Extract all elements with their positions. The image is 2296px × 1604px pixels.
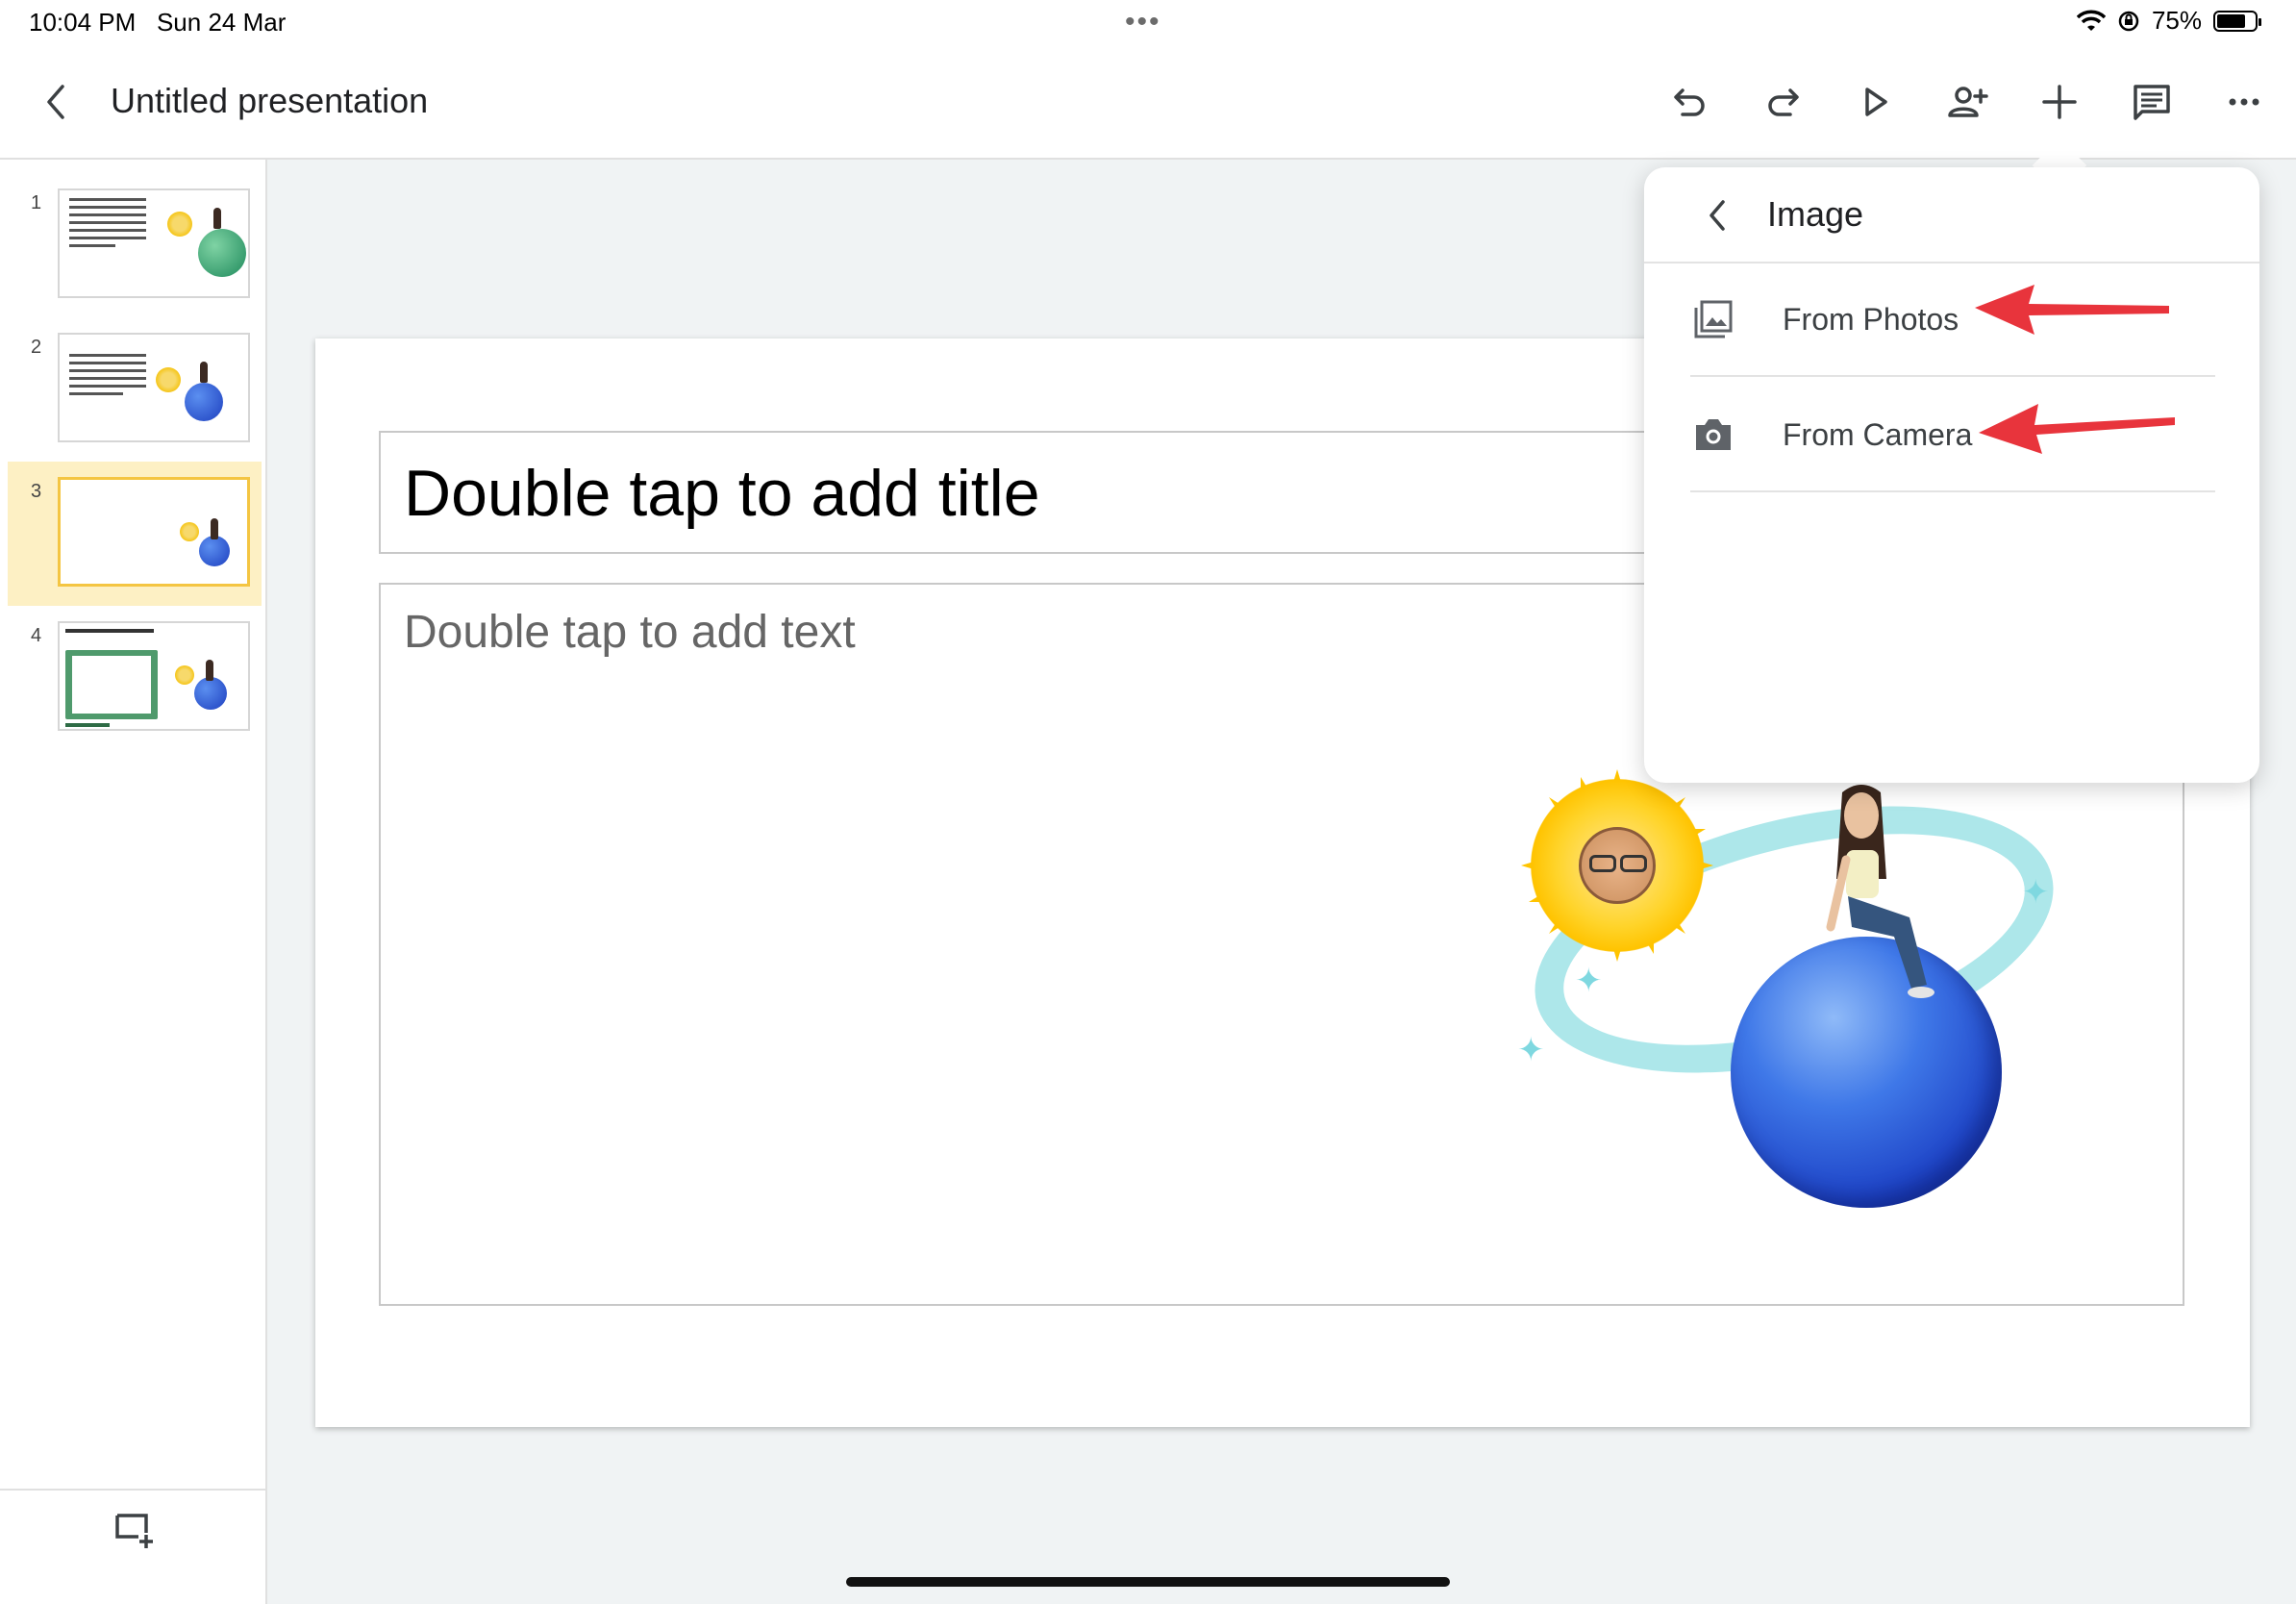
- toolbar: [1656, 67, 2279, 137]
- undo-icon: [1674, 88, 1705, 116]
- add-slide-icon: [115, 1514, 153, 1548]
- chevron-left-icon: [1710, 200, 1725, 231]
- home-indicator[interactable]: [846, 1577, 1450, 1587]
- title-placeholder: Double tap to add title: [404, 457, 1040, 530]
- chevron-left-icon: [47, 85, 64, 119]
- status-right: 75%: [2076, 6, 2261, 36]
- add-person-icon: [1948, 87, 1988, 117]
- photos-icon: [1690, 296, 1736, 342]
- battery-percent: 75%: [2151, 6, 2202, 35]
- redo-button[interactable]: [1748, 67, 1817, 137]
- sparkle-icon: ✦: [1575, 963, 1603, 999]
- add-slide-button[interactable]: [112, 1506, 158, 1552]
- slide-number: 4: [31, 625, 42, 646]
- slide-number: 1: [31, 192, 42, 213]
- slide-thumbnail-2[interactable]: 2: [8, 317, 262, 462]
- popover-back-button[interactable]: [1694, 192, 1740, 238]
- bitmoji-face-image: [1579, 827, 1656, 904]
- status-time: 10:04 PM Sun 24 Mar: [29, 8, 287, 37]
- bitmoji-girl-image: [1826, 785, 1934, 998]
- share-button[interactable]: [1933, 67, 2002, 137]
- sidebar-divider: [0, 1489, 267, 1491]
- undo-button[interactable]: [1656, 67, 1725, 137]
- redo-icon: [1768, 88, 1799, 116]
- body-placeholder: Double tap to add text: [404, 607, 856, 658]
- battery-icon: [2213, 10, 2261, 32]
- slide-preview: [58, 188, 250, 298]
- comment-icon: [2134, 85, 2170, 120]
- camera-icon: [1690, 412, 1736, 458]
- multitasking-dots[interactable]: •••: [1125, 6, 1161, 38]
- slide-thumbnail-3[interactable]: 3: [8, 462, 262, 606]
- plus-icon: [2042, 85, 2077, 119]
- popover-header: Image: [1644, 167, 2259, 263]
- slide-number: 3: [31, 481, 42, 502]
- app-bar: Untitled presentation: [0, 46, 2296, 160]
- back-button[interactable]: [29, 75, 83, 129]
- comments-button[interactable]: [2117, 67, 2186, 137]
- status-bar: 10:04 PM Sun 24 Mar ••• 75%: [0, 0, 2296, 46]
- more-icon: [2229, 98, 2259, 106]
- slide-preview: [58, 477, 250, 587]
- popover-title: Image: [1767, 194, 1864, 234]
- present-button[interactable]: [1840, 67, 1909, 137]
- insert-button[interactable]: [2025, 67, 2094, 137]
- document-title[interactable]: Untitled presentation: [111, 81, 428, 121]
- play-icon: [1865, 88, 1887, 116]
- orientation-lock-icon: [2118, 11, 2139, 31]
- from-photos-label: From Photos: [1783, 302, 1959, 337]
- annotation-arrow-icon: [1979, 404, 2175, 454]
- slide-preview: [58, 621, 250, 731]
- sparkle-icon: ✦: [2022, 874, 2050, 911]
- slide-number: 2: [31, 337, 42, 358]
- insert-image-popover: Image From Photos From Camera: [1644, 167, 2259, 783]
- annotation-arrow-icon: [1975, 285, 2169, 335]
- wifi-icon: [2076, 10, 2106, 31]
- more-options-button[interactable]: [2209, 67, 2279, 137]
- slide-thumbnail-1[interactable]: 1: [8, 173, 262, 317]
- from-camera-label: From Camera: [1783, 417, 1973, 452]
- sparkle-icon: ✦: [1517, 1032, 1545, 1068]
- slide-preview: [58, 333, 250, 442]
- slide-thumbnail-4[interactable]: 4: [8, 606, 262, 750]
- slide-sidebar: 1 2 3 4: [0, 160, 267, 1604]
